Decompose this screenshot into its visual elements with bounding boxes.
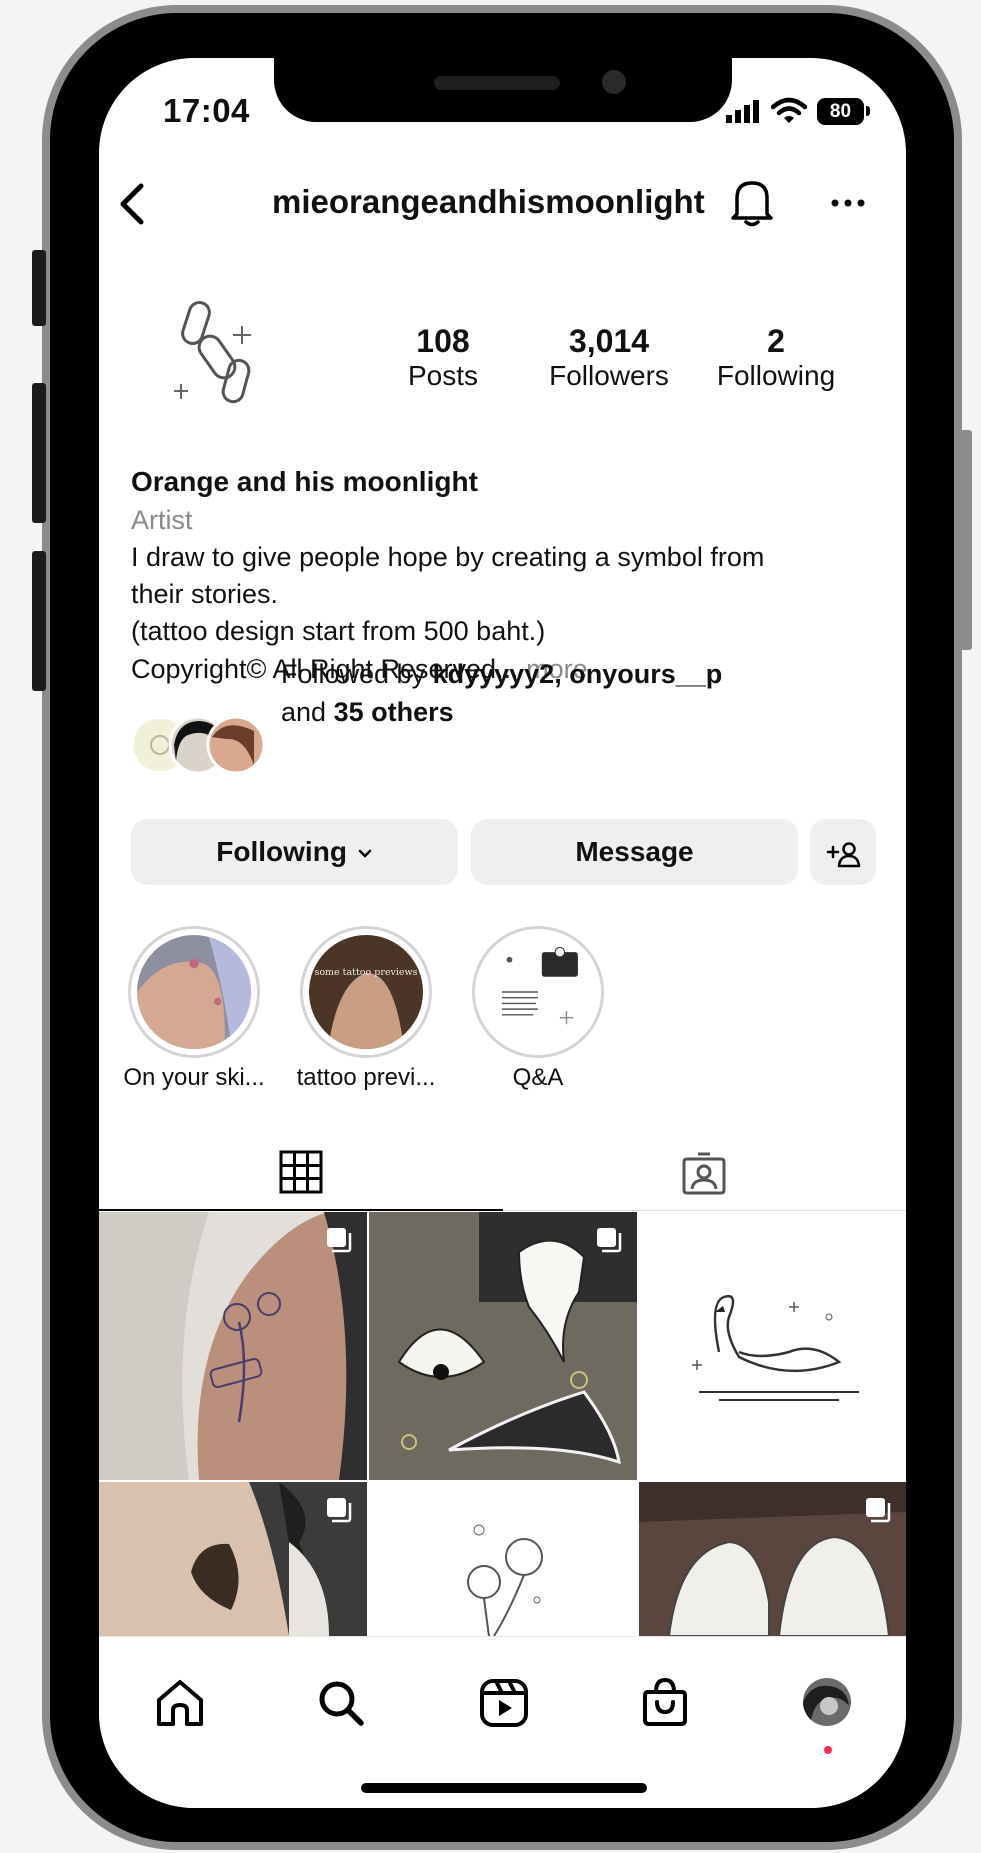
battery-indicator: 80: [817, 98, 864, 125]
add-person-icon: [826, 841, 861, 867]
screen: 17:04 80 mieorangeandhismoonlight 108 Po…: [99, 58, 906, 1808]
highlight-2-image: some tattoo previews: [309, 935, 423, 1049]
post-thumbnail-6[interactable]: [639, 1482, 906, 1636]
speaker: [434, 76, 560, 90]
profile-display-name: Orange and his moonlight: [131, 466, 478, 497]
notch: [274, 58, 732, 122]
posts-count: 108: [416, 323, 470, 359]
volume-up-button: [32, 383, 46, 523]
post-thumbnail-4[interactable]: [99, 1482, 367, 1636]
highlight-2-label: tattoo previ...: [296, 1064, 436, 1091]
story-highlight-2[interactable]: some tattoo previews: [300, 926, 432, 1058]
notification-bell-icon[interactable]: [728, 176, 776, 228]
shop-icon[interactable]: [640, 1676, 690, 1728]
highlight-3-label: Q&A: [512, 1064, 564, 1091]
mutual-user-2[interactable]: onyours__p: [569, 659, 722, 689]
home-icon[interactable]: [155, 1678, 205, 1728]
post-thumbnail-2[interactable]: [369, 1212, 637, 1480]
battery-tip: [866, 106, 870, 116]
followed-by-and: and: [281, 697, 327, 727]
wifi-icon: [771, 97, 807, 123]
post-5-image: [369, 1482, 637, 1636]
bio-line-3: (tattoo design start from 500 baht.): [131, 616, 546, 646]
post-3-image: [639, 1212, 906, 1480]
highlight-3-image: [481, 935, 595, 1049]
camera: [602, 70, 626, 94]
stat-followers[interactable]: 3,014 Followers: [529, 323, 689, 392]
reels-icon[interactable]: [479, 1678, 529, 1728]
stat-following[interactable]: 2 Following: [696, 323, 856, 392]
highlight-1-label: On your ski...: [123, 1064, 265, 1091]
story-highlight-1[interactable]: [128, 926, 260, 1058]
profile-tab-avatar[interactable]: [801, 1676, 853, 1728]
post-thumbnail-5[interactable]: [369, 1482, 637, 1636]
multiple-posts-icon: [866, 1498, 891, 1523]
mutual-followers-avatars[interactable]: [130, 715, 270, 775]
multiple-posts-icon: [327, 1498, 352, 1523]
post-thumbnail-3[interactable]: [639, 1212, 906, 1480]
bio-line-2: their stories.: [131, 579, 279, 609]
stat-posts[interactable]: 108 Posts: [363, 323, 523, 392]
chevron-down-icon: [358, 849, 371, 858]
mute-switch: [32, 250, 46, 326]
post-thumbnail-1[interactable]: [99, 1212, 367, 1480]
profile-category: Artist: [131, 505, 193, 535]
following-count: 2: [767, 323, 785, 359]
suggest-users-button[interactable]: [810, 819, 876, 885]
profile-avatar[interactable]: [164, 296, 284, 416]
back-arrow-icon[interactable]: [113, 180, 151, 228]
active-tab-indicator: [99, 1209, 503, 1211]
grid-tab-icon[interactable]: [279, 1150, 323, 1194]
activity-dot: [824, 1746, 832, 1754]
status-time: 17:04: [163, 92, 250, 129]
tab-divider: [503, 1210, 906, 1211]
search-icon[interactable]: [316, 1678, 366, 1728]
followers-count: 3,014: [568, 323, 650, 359]
followed-by-prefix: Followed by: [281, 659, 426, 689]
multiple-posts-icon: [597, 1228, 622, 1253]
followed-by-text[interactable]: Followed by kdyyyyy2, onyours__p and 35 …: [281, 655, 722, 731]
tagged-tab-icon[interactable]: [681, 1150, 727, 1196]
cellular-signal-icon: [726, 100, 759, 123]
following-button-label: Following: [216, 836, 347, 867]
more-options-icon[interactable]: [831, 198, 867, 208]
volume-down-button: [32, 551, 46, 691]
profile-username: mieorangeandhismoonlight: [272, 183, 705, 220]
story-highlight-3[interactable]: [472, 926, 604, 1058]
posts-label: Posts: [407, 360, 479, 391]
multiple-posts-icon: [327, 1228, 352, 1253]
power-button: [958, 430, 972, 650]
bio-line-1: I draw to give people hope by creating a…: [131, 542, 765, 572]
home-indicator: [361, 1783, 647, 1793]
highlight-2-overlay-text: some tattoo previews: [314, 967, 417, 978]
message-button[interactable]: Message: [471, 819, 798, 885]
followers-label: Followers: [549, 360, 669, 391]
following-button[interactable]: Following: [131, 819, 458, 885]
mutual-others[interactable]: 35 others: [334, 697, 454, 727]
mutual-user-1[interactable]: kdyyyyy2,: [433, 659, 562, 689]
following-label: Following: [716, 360, 836, 391]
highlight-1-image: [137, 935, 251, 1049]
